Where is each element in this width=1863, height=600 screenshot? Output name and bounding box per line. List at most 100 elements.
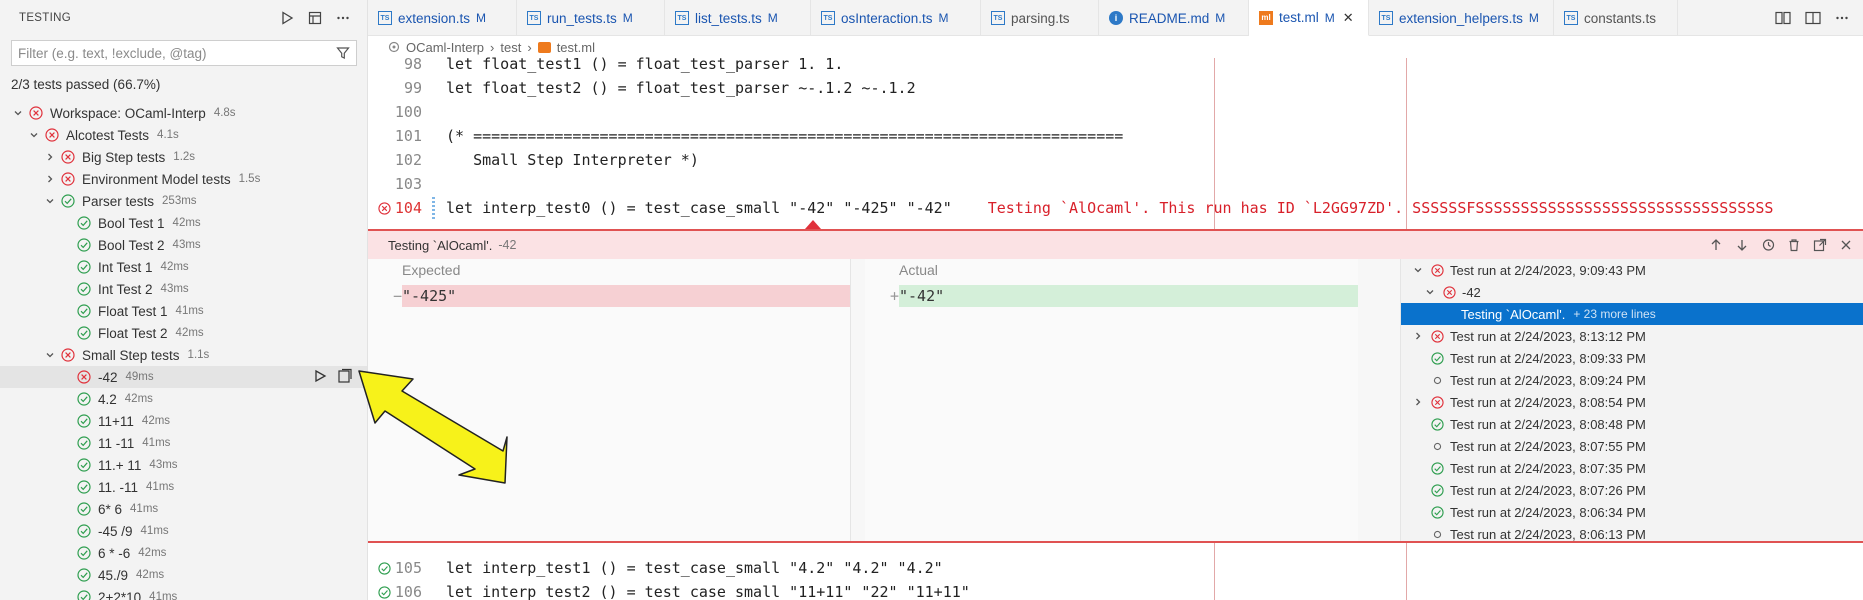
history-item[interactable]: Test run at 2/24/2023, 8:07:35 PM [1401,457,1863,479]
close-icon[interactable] [1839,238,1853,252]
tab-list-tests-ts[interactable]: TS list_tests.ts M [665,0,811,36]
tab-label: parsing.ts [1011,10,1070,26]
code-editor-bottom[interactable]: 105 let interp_test1 () = test_case_small… [368,556,1863,600]
test-tree-item[interactable]: -42 49ms [0,366,367,388]
none-status-icon [1431,528,1444,541]
test-tree-item[interactable]: Float Test 2 42ms [0,322,367,344]
code-line[interactable]: 105 let interp_test1 () = test_case_small… [368,556,1863,580]
split-editor-icon[interactable] [1805,11,1821,25]
compare-icon[interactable] [1775,11,1791,25]
test-tree-item[interactable]: 45./9 42ms [0,564,367,586]
arrow-down-icon[interactable] [1735,238,1749,252]
tab-extension-ts[interactable]: TS extension.ts M [368,0,517,36]
test-tree-item[interactable]: 4.2 42ms [0,388,367,410]
chevron-down-icon[interactable] [1413,265,1427,275]
test-tree-item[interactable]: Int Test 2 43ms [0,278,367,300]
chevron-down-icon[interactable] [1425,287,1439,297]
filter-icon[interactable] [336,46,350,60]
code-line[interactable]: 98 let float_test1 () = float_test_parser… [368,52,1863,76]
tab-constants-ts[interactable]: TS constants.ts [1554,0,1678,36]
test-duration: 41ms [175,305,204,317]
pass-status-icon [1431,483,1444,497]
test-tree-item[interactable]: Bool Test 2 43ms [0,234,367,256]
test-tree-item[interactable]: 2+2*10 41ms [0,586,367,600]
actual-line[interactable]: + "-42" [865,285,1358,307]
history-item[interactable]: Test run at 2/24/2023, 8:13:12 PM [1401,325,1863,347]
history-item[interactable]: -42 [1401,281,1863,303]
history-item[interactable]: Test run at 2/24/2023, 9:09:43 PM [1401,259,1863,281]
go-to-test-icon[interactable] [337,368,353,384]
chevron-right-icon[interactable] [1413,397,1427,407]
collapse-view-icon[interactable] [301,7,329,29]
test-tree-item[interactable]: Alcotest Tests 4.1s [0,124,367,146]
code-editor-top[interactable]: 98 let float_test1 () = float_test_parser… [368,52,1863,196]
test-tree-item[interactable]: -45 /9 41ms [0,520,367,542]
run-test-icon[interactable] [313,368,327,384]
history-item[interactable]: Test run at 2/24/2023, 8:07:26 PM [1401,479,1863,501]
editor-more-icon[interactable] [1835,11,1849,25]
pass-icon[interactable] [378,585,391,599]
test-tree-item[interactable]: 11. -11 41ms [0,476,367,498]
test-tree-item[interactable]: Float Test 1 41ms [0,300,367,322]
code-line[interactable]: 101 (* ==================================… [368,124,1863,148]
test-tree-item[interactable]: Parser tests 253ms [0,190,367,212]
more-actions-icon[interactable] [329,7,357,29]
pass-icon [77,216,91,230]
chevron-right-icon[interactable] [42,171,58,187]
test-tree-item[interactable]: Int Test 1 42ms [0,256,367,278]
tab-test-ml[interactable]: ml test.ml M ✕ [1249,0,1369,36]
test-label: Bool Test 1 [98,215,165,231]
code-line[interactable]: 102 Small Step Interpreter *) [368,148,1863,172]
code-text: let interp_test0 () = test_case_small "-… [446,199,952,217]
open-in-editor-icon[interactable] [1813,238,1827,252]
test-tree-item[interactable]: 6 * -6 42ms [0,542,367,564]
expected-line[interactable]: − "-425" [368,285,850,307]
history-item[interactable]: Test run at 2/24/2023, 8:08:48 PM [1401,413,1863,435]
code-line[interactable]: 106 let interp_test2 () = test_case_small… [368,580,1863,600]
history-item[interactable]: Test run at 2/24/2023, 8:08:54 PM [1401,391,1863,413]
test-tree-item[interactable]: Small Step tests 1.1s [0,344,367,366]
test-tree-item[interactable]: Big Step tests 1.2s [0,146,367,168]
test-tree-item[interactable]: Workspace: OCaml-Interp 4.8s [0,102,367,124]
ts-icon: TS [991,11,1005,25]
chevron-down-icon[interactable] [42,193,58,209]
error-code-line[interactable]: 104 let interp_test0 () = test_case_smal… [368,196,1863,220]
tab-run-tests-ts[interactable]: TS run_tests.ts M [517,0,665,36]
run-all-tests-icon[interactable] [273,7,301,29]
test-tree-item[interactable]: 6* 6 41ms [0,498,367,520]
test-tree-item[interactable]: 11.+ 11 43ms [0,454,367,476]
arrow-up-icon[interactable] [1709,238,1723,252]
close-tab-icon[interactable]: ✕ [1343,10,1354,26]
history-label: Test run at 2/24/2023, 8:09:33 PM [1450,350,1646,366]
history-icon[interactable] [1761,238,1775,252]
history-item[interactable]: Test run at 2/24/2023, 8:06:13 PM [1401,523,1863,545]
history-item[interactable]: Test run at 2/24/2023, 8:07:55 PM [1401,435,1863,457]
test-duration: 1.5s [238,173,261,185]
tab-osinteraction-ts[interactable]: TS osInteraction.ts M [811,0,981,36]
tab-readme-md[interactable]: i README.md M [1099,0,1249,36]
history-item[interactable]: Test run at 2/24/2023, 8:09:33 PM [1401,347,1863,369]
fail-icon[interactable] [378,201,391,215]
code-line[interactable]: 103 [368,172,1863,196]
test-tree-item[interactable]: 11+11 42ms [0,410,367,432]
pass-icon [77,436,91,450]
history-item[interactable]: Test run at 2/24/2023, 8:09:24 PM [1401,369,1863,391]
trash-icon[interactable] [1787,238,1801,252]
code-line[interactable]: 100 [368,100,1863,124]
code-line[interactable]: 99 let float_test2 () = float_test_parser… [368,76,1863,100]
chevron-right-icon[interactable] [42,149,58,165]
test-tree-item[interactable]: Bool Test 1 42ms [0,212,367,234]
chevron-down-icon[interactable] [10,105,26,121]
chevron-down-icon[interactable] [26,127,42,143]
history-item[interactable]: Test run at 2/24/2023, 8:06:34 PM [1401,501,1863,523]
chevron-right-icon[interactable] [1413,331,1427,341]
chevron-down-icon[interactable] [42,347,58,363]
tab-parsing-ts[interactable]: TS parsing.ts [981,0,1099,36]
test-filter-input[interactable]: Filter (e.g. text, !exclude, @tag) [11,40,357,66]
pass-icon[interactable] [378,561,391,575]
test-tree-item[interactable]: 11 -11 41ms [0,432,367,454]
tab-extension-helpers-ts[interactable]: TS extension_helpers.ts M [1369,0,1554,36]
test-tree-item[interactable]: Environment Model tests 1.5s [0,168,367,190]
line-number: 104 [368,199,422,217]
history-item[interactable]: Testing `AlOcaml'. + 23 more lines [1401,303,1863,325]
